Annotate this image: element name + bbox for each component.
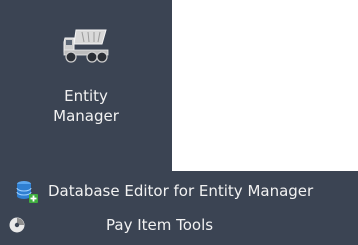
entity-manager-label: Entity Manager [53, 86, 119, 126]
entity-manager-label-line1: Entity [64, 87, 108, 105]
database-editor-button[interactable]: Database Editor for Entity Manager [0, 177, 358, 205]
pay-item-tools-icon [8, 216, 26, 234]
dump-truck-icon [62, 24, 110, 66]
database-add-icon [14, 179, 38, 203]
database-editor-label: Database Editor for Entity Manager [48, 182, 314, 200]
entity-manager-button[interactable]: Entity Manager [38, 10, 134, 128]
ribbon-panel: Entity Manager Database Editor for Entit… [0, 0, 358, 245]
entity-manager-label-line2: Manager [53, 107, 119, 125]
pay-item-tools-label: Pay Item Tools [106, 216, 214, 234]
pay-item-tools-button[interactable]: Pay Item Tools [0, 211, 358, 239]
